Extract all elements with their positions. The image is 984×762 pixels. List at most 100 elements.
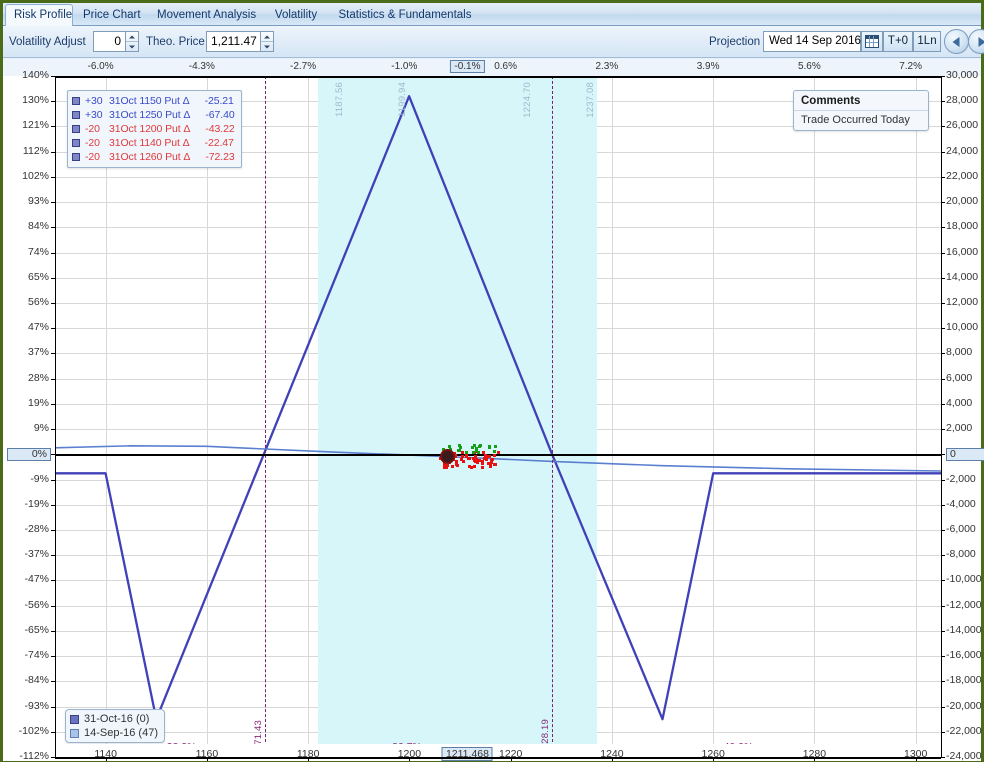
y-axis-right-tick: 4,000 [946,396,973,409]
x-axis-top-tick: -6.0% [87,61,114,72]
legend-label: -20 31Oct 1260 Put Δ -72.23 [85,151,235,163]
y-axis-left-tick: 56% [27,296,49,308]
y-axis-left-tick: 93% [27,195,49,208]
y-axis-left-tick: -9% [30,472,49,485]
y-axis-left-tick: -47% [24,573,49,586]
theo-price-stepper[interactable]: 1,211.47 [206,31,274,52]
y-axis-right-line [941,76,942,757]
y-axis-left-tick: 121% [22,119,49,132]
y-axis-left-tick: 112% [22,144,49,157]
y-axis-right-tick: 2,000 [946,422,973,435]
scatter-dot-loss [493,462,497,466]
y-axis-left-tick: -65% [24,623,49,636]
y-axis-right-tick: -22,000 [946,724,982,737]
tab-statistics-fundamentals[interactable]: Statistics & Fundamentals [329,5,481,26]
volatility-adjust-input[interactable]: 0 [93,31,125,52]
x-axis-top-tick: -4.3% [188,61,215,72]
legend-row[interactable]: -20 31Oct 1140 Put Δ -22.47 [72,136,235,150]
y-axis-right-tick: 12,000 [946,296,979,308]
y-axis-right-tick: -2,000 [946,472,976,485]
scatter-dot-profit [474,449,478,453]
tab-price-chart[interactable]: Price Chart [75,5,147,26]
y-axis-left-tick: 102% [22,169,49,182]
risk-profile-window: Risk Profile Price Chart Movement Analysis… [0,0,984,762]
scatter-dot-profit [488,446,492,449]
y-axis-right-tick: 30,000 [946,69,979,81]
legend-row[interactable]: +30 31Oct 1250 Put Δ -67.40 [72,108,235,122]
theo-price-spin-buttons[interactable] [260,31,274,52]
x-axis-top-highlight: -0.1% [450,60,485,73]
tab-movement-analysis[interactable]: Movement Analysis [149,5,263,26]
y-axis-left-tick: -74% [24,649,49,662]
scatter-dot-loss [496,451,500,455]
calendar-icon[interactable] [861,31,883,52]
x-axis-bottom-highlight: 1211.468 [441,747,493,761]
tab-risk-profile[interactable]: Risk Profile [5,4,73,27]
y-axis-left-tick: 0% [7,448,51,462]
top-axis-strip [3,59,981,76]
date-legend-label: 31-Oct-16 (0) [84,713,150,725]
y-axis-right-tick: 14,000 [946,270,979,283]
legend-swatch [72,111,80,119]
scatter-dot-loss [455,459,459,463]
legend-label: -20 31Oct 1140 Put Δ -22.47 [85,137,234,149]
y-axis-right-tick: -18,000 [946,674,982,687]
y-axis-left-tick: 28% [27,371,49,384]
risk-profile-chart: +30 31Oct 1150 Put Δ -25.21 +30 31Oct 125… [3,59,984,762]
vertical-line-label-1199.94: 1199.94 [397,82,409,118]
y-axis-right-tick: 10,000 [946,321,979,334]
y-axis-right-tickmark [941,757,945,758]
vertical-line-label-1237.08: 1237.08 [585,82,597,118]
legend-swatch [72,139,80,147]
arrow-right-icon[interactable] [968,29,984,54]
y-axis-right-tick: 18,000 [946,220,979,233]
x-axis-top-tick: -1.0% [391,61,418,72]
legend-label: +30 31Oct 1250 Put Δ -67.40 [85,109,235,121]
tab-volatility[interactable]: Volatility [265,5,327,26]
date-legend-swatch [70,714,79,724]
t0-button[interactable]: T+0 [883,31,913,52]
x-axis-line [55,757,941,759]
legend-label: +30 31Oct 1150 Put Δ -25.21 [85,95,234,107]
date-legend-row[interactable]: 31-Oct-16 (0) [70,712,158,726]
vertical-line-1228.19 [552,76,554,757]
y-axis-right-tick: 16,000 [946,245,979,258]
date-legend-label: 14-Sep-16 (47) [84,727,158,739]
projection-label: Projection [709,36,761,48]
y-axis-left-tick: 65% [27,270,49,283]
date-legend-row[interactable]: 14-Sep-16 (47) [70,726,158,740]
y-axis-left-tick: 140% [22,69,49,81]
legend-row[interactable]: -20 31Oct 1260 Put Δ -72.23 [72,150,235,164]
x-axis-top-line [55,76,941,78]
y-axis-right-tick: 24,000 [946,144,979,157]
arrow-left-icon[interactable] [944,29,969,54]
y-axis-left-tick: -102% [18,724,49,737]
x-axis-top-tick: 5.6% [797,61,821,72]
y-axis-left-tick: 37% [27,346,49,359]
y-axis-left-tick: 84% [27,220,49,233]
y-axis-left-tick: 9% [33,422,49,435]
y-axis-right-tick: 22,000 [946,169,979,182]
volatility-adjust-spin-buttons[interactable] [125,31,139,52]
y-axis-left-line [55,76,56,757]
theo-price-input[interactable]: 1,211.47 [206,31,260,52]
projection-date-input[interactable]: Wed 14 Sep 2016 [763,31,861,52]
series-today [55,444,941,472]
scatter-dot-loss [461,450,465,454]
y-axis-right-tick: -24,000 [946,750,982,762]
legend-row[interactable]: +30 31Oct 1150 Put Δ -25.21 [72,94,235,108]
legend-row[interactable]: -20 31Oct 1200 Put Δ -43.22 [72,122,235,136]
scatter-dot-loss [490,457,494,461]
scatter-dot-loss [461,459,465,463]
y-axis-right-tick: 8,000 [946,346,973,359]
legend-swatch [72,97,80,105]
toolbar: Volatility Adjust 0 Theo. Price 1,211.47… [3,26,984,58]
scatter-dot-loss [473,464,477,468]
x-axis-top-tick: 3.9% [696,61,720,72]
tab-bar: Risk Profile Price Chart Movement Analysis… [3,3,981,27]
vertical-line-1171.43 [264,76,266,757]
volatility-adjust-stepper[interactable]: 0 [93,31,139,52]
line-count-button[interactable]: 1Ln [913,31,941,52]
y-axis-left-tick: 130% [22,94,49,107]
payoff-curves [55,95,941,721]
